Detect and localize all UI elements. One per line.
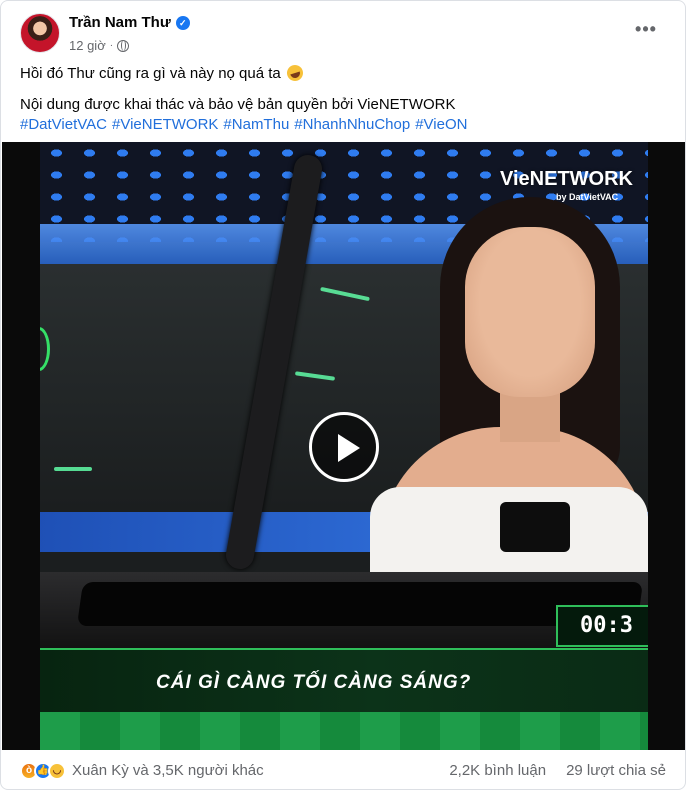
green-floor	[40, 712, 648, 750]
post-header: Trần Nam Thư ✓ 12 giờ · •••	[1, 1, 685, 63]
hashtag-link[interactable]: #NhanhNhuChop	[294, 115, 410, 135]
globe-icon[interactable]	[117, 40, 130, 52]
mini-camera	[500, 502, 570, 552]
separator-dot: ·	[109, 40, 114, 51]
hashtag-link[interactable]: #NamThu	[223, 115, 289, 135]
hashtags: #DatVietVAC #VieNETWORK #NamThu #NhanhNh…	[20, 115, 660, 135]
rofl-emoji-icon	[284, 62, 306, 84]
more-options-icon[interactable]: •••	[633, 19, 659, 45]
post-meta: 12 giờ ·	[69, 38, 130, 54]
post-time[interactable]: 12 giờ	[69, 38, 106, 54]
author-avatar[interactable]	[20, 13, 60, 53]
contestant-face	[465, 227, 595, 397]
countdown-timer: 00:3	[556, 605, 648, 647]
post-text-line-2: Nội dung được khai thác và bảo vệ bản qu…	[20, 96, 456, 113]
post-card: Trần Nam Thư ✓ 12 giờ · ••• Hồi đó Thư c…	[0, 0, 686, 790]
hashtag-link[interactable]: #VieON	[415, 115, 467, 135]
reactions-summary[interactable]: ò 👍 ◡ Xuân Kỳ và 3,5K người khác	[20, 761, 264, 780]
green-light-strip	[54, 467, 92, 471]
play-button-icon[interactable]	[309, 412, 379, 482]
post-body: Hồi đó Thư cũng ra gì và này nọ quá ta N…	[20, 62, 660, 135]
hashtag-link[interactable]: #VieNETWORK	[112, 115, 218, 135]
reactions-text[interactable]: Xuân Kỳ và 3,5K người khác	[72, 762, 264, 779]
hashtag-link[interactable]: #DatVietVAC	[20, 115, 107, 135]
verified-badge-icon: ✓	[175, 16, 190, 30]
video-player[interactable]: VieNETWORK by DatVietVAC 00:3 CÁI GÌ CÀN…	[2, 142, 685, 750]
engagement-counts: 2,2K bình luận 29 lượt chia sẻ	[449, 762, 666, 779]
watermark-subtitle: by DatVietVAC	[556, 192, 619, 202]
author-name-row: Trần Nam Thư ✓	[69, 14, 190, 32]
author-name[interactable]: Trần Nam Thư	[69, 14, 171, 32]
comments-count[interactable]: 2,2K bình luận	[449, 762, 546, 779]
post-stats-bar: ò 👍 ◡ Xuân Kỳ và 3,5K người khác 2,2K bì…	[1, 750, 685, 789]
haha-react-icon: ◡	[48, 761, 66, 780]
question-text: CÁI GÌ CÀNG TỐI CÀNG SÁNG?	[156, 672, 472, 693]
post-text-line-1: Hồi đó Thư cũng ra gì và này nọ quá ta	[20, 62, 660, 84]
shares-count[interactable]: 29 lượt chia sẻ	[566, 762, 666, 779]
vienetwork-watermark: VieNETWORK	[500, 168, 633, 190]
